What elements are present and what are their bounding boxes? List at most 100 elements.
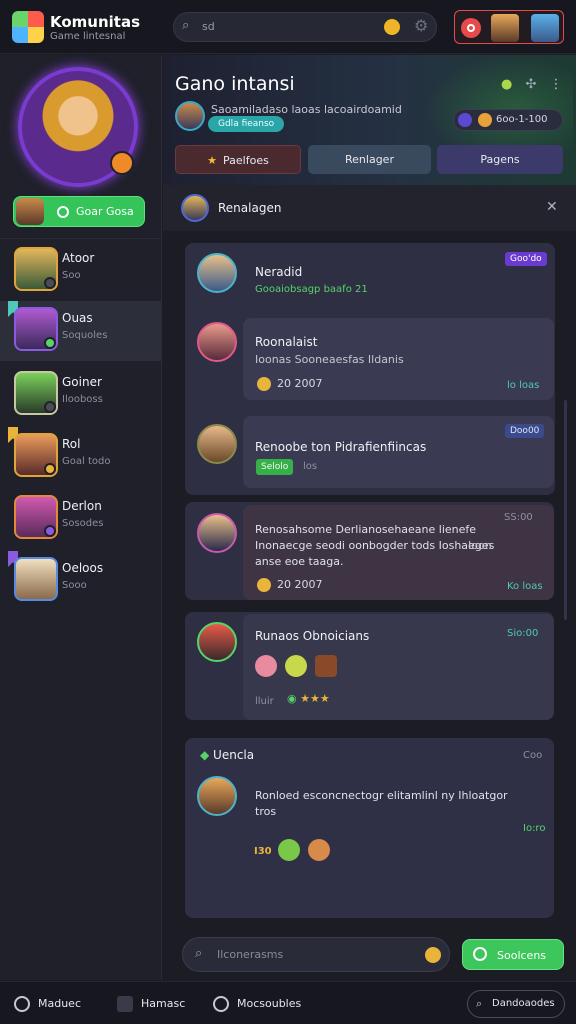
avatar[interactable] <box>197 322 237 362</box>
emoji-icon <box>257 377 271 391</box>
record-icon[interactable] <box>461 18 481 38</box>
page-title: Gano intansi <box>175 73 295 95</box>
message-label: Selolo <box>256 459 294 475</box>
close-icon[interactable]: ✕ <box>546 199 558 215</box>
scrollbar[interactable] <box>564 400 567 620</box>
tab-2[interactable]: Renlager <box>308 145 431 174</box>
emoji-icon[interactable] <box>425 947 441 963</box>
avatar[interactable] <box>175 101 205 131</box>
app-logo[interactable] <box>12 11 44 43</box>
emoji-icon <box>257 578 271 592</box>
status-icon <box>44 277 56 289</box>
status-icon <box>44 337 56 349</box>
app-subtitle: Game lintesnal <box>50 31 126 42</box>
search-icon: ⌕ <box>476 997 483 1010</box>
emoji-icon[interactable] <box>308 839 330 861</box>
emoji-row <box>255 655 345 681</box>
send-button[interactable]: Soolcens <box>462 939 564 970</box>
status-icon[interactable]: ● <box>501 77 512 92</box>
contact-item[interactable]: Goiner Ilooboss <box>0 365 161 425</box>
divider <box>0 238 162 239</box>
status-icon <box>57 206 69 218</box>
nav-label: Mocsoubles <box>237 997 302 1010</box>
avatar[interactable] <box>197 622 237 662</box>
status-icon <box>44 401 56 413</box>
contact-status: Sooo <box>62 580 87 591</box>
online-status-button[interactable]: Goar Gosa <box>13 196 145 227</box>
message-text: Ioonas Sooneaesfas Ildanis <box>255 353 404 366</box>
emoji-icon[interactable] <box>285 655 307 677</box>
emoji-row <box>278 839 338 865</box>
badge-icon <box>458 113 472 127</box>
message-label: lluir <box>255 696 274 707</box>
reaction[interactable]: 20 2007 <box>257 578 323 592</box>
top-actions <box>454 10 564 44</box>
leaf-icon: ◆ <box>200 748 214 762</box>
tab-1[interactable]: ★ Paelfoes <box>175 145 301 174</box>
settings-icon[interactable]: ✣ <box>525 77 536 92</box>
message-badge: I30 <box>254 846 272 857</box>
feed-title: Renalagen <box>218 201 282 215</box>
contact-item[interactable]: Oeloos Sooo <box>0 551 161 611</box>
message-text: Ronloed esconcnectogr elitamlinl ny Ihlo… <box>255 789 508 818</box>
send-icon <box>473 947 487 961</box>
avatar[interactable] <box>197 513 237 553</box>
gear-icon[interactable]: ⚙ <box>414 16 428 35</box>
contact-item[interactable]: Ouas Soquoles <box>0 301 161 361</box>
contact-status: Soo <box>62 270 81 281</box>
contact-name: Goiner <box>62 375 102 389</box>
contact-item[interactable]: Derlon Sosodes <box>0 489 161 549</box>
nav-item-3[interactable]: Mocsoubles <box>213 996 301 1012</box>
message-author: Neradid <box>255 265 303 279</box>
message-badge: Goo'do <box>505 252 547 266</box>
message-group <box>185 738 554 918</box>
level-badge-icon <box>110 151 134 175</box>
avatar[interactable] <box>197 253 237 293</box>
search-input[interactable]: sd <box>202 20 215 33</box>
bottom-nav: Maduec Hamasc Mocsoubles ⌕ Dandoaodes <box>0 981 576 1024</box>
reaction[interactable]: 20 2007 <box>257 377 323 391</box>
contact-name: Oeloos <box>62 561 104 575</box>
avatar[interactable] <box>197 776 237 816</box>
contact-name: Atoor <box>62 251 95 265</box>
reaction[interactable]: ◉ ★★★ <box>287 692 330 705</box>
nav-item-2[interactable]: Hamasc <box>117 996 185 1012</box>
message-badge: SS:00 <box>504 512 533 523</box>
message-author: Roonalaist <box>255 335 318 349</box>
avatar[interactable] <box>197 424 237 464</box>
contact-status: Sosodes <box>62 518 104 529</box>
header-tag[interactable]: Gdla fieanso <box>208 116 285 132</box>
message-time: 20 2007 <box>277 578 323 591</box>
contact-status: Goal todo <box>62 456 111 467</box>
emoji-icon[interactable] <box>278 839 300 861</box>
app-title: Komunitas <box>50 13 141 31</box>
header-icons: ● ✣ ⋮ <box>501 73 570 92</box>
avatar[interactable] <box>531 14 559 42</box>
message-composer[interactable]: ⌕ Ilconerasms <box>182 937 450 972</box>
contact-item[interactable]: Atoor Soo <box>0 241 161 301</box>
avatar[interactable] <box>491 14 519 42</box>
smile-icon <box>14 996 30 1012</box>
search-icon: ⌕ <box>182 18 190 33</box>
message-time: 20 2007 <box>277 377 323 390</box>
emoji-icon[interactable] <box>315 655 337 677</box>
top-bar: Komunitas Game lintesnal ⌕ sd ⚙ <box>0 0 576 54</box>
composer-input[interactable]: Ilconerasms <box>217 948 283 961</box>
people-icon <box>213 996 229 1012</box>
more-icon[interactable]: ⋮ <box>549 77 562 92</box>
status-icon <box>44 525 56 537</box>
emoji-icon[interactable] <box>255 655 277 677</box>
nav-item-1[interactable]: Maduec <box>14 996 81 1012</box>
tab-label: Paelfoes <box>223 154 269 167</box>
tab-3[interactable]: Pagens <box>437 145 563 174</box>
bottom-search-button[interactable]: ⌕ Dandoaodes <box>467 990 565 1018</box>
coin-icon <box>478 113 492 127</box>
contact-name: Rol <box>62 437 81 451</box>
avatar <box>181 194 209 222</box>
search-bar[interactable]: ⌕ sd ⚙ <box>173 12 437 42</box>
thread-title: Uencla <box>213 748 255 762</box>
emoji-icon[interactable] <box>384 19 400 35</box>
contact-item[interactable]: Rol Goal todo <box>0 427 161 487</box>
contact-name: Derlon <box>62 499 102 513</box>
avatar <box>16 198 44 225</box>
